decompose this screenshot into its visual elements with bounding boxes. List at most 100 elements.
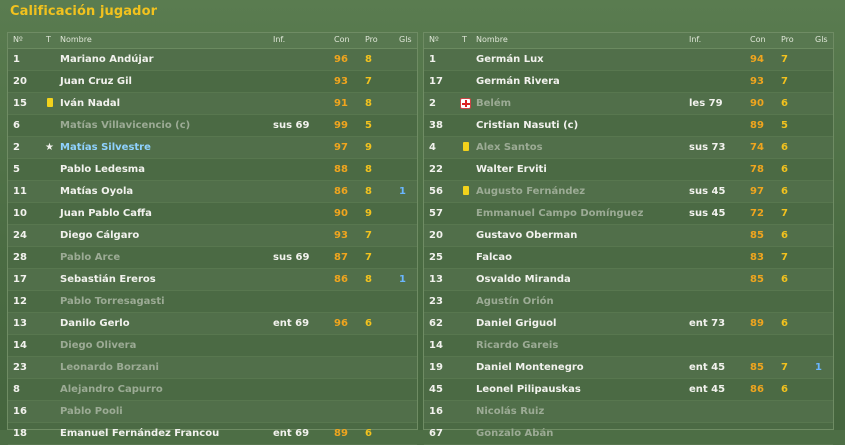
player-row[interactable]: 8 Alejandro Capurro (8, 379, 417, 401)
header-name[interactable]: Nombre (476, 35, 508, 44)
player-row[interactable]: 14 Ricardo Gareis (424, 335, 833, 357)
player-rating: 7 (365, 230, 372, 241)
player-row[interactable]: 15 Iván Nadal 91 8 (8, 93, 417, 115)
player-name: Emmanuel Campo Domínguez (476, 208, 644, 219)
player-number: 56 (429, 186, 443, 197)
header-inf[interactable]: Inf. (273, 35, 285, 44)
player-number: 17 (13, 274, 27, 285)
player-name: Ricardo Gareis (476, 340, 559, 351)
header-num[interactable]: Nº (429, 35, 439, 44)
header-con[interactable]: Con (750, 35, 766, 44)
player-row[interactable]: 56 Augusto Fernández sus 45 97 6 (424, 181, 833, 203)
player-row[interactable]: 11 Matías Oyola 86 8 1 (8, 181, 417, 203)
player-rating: 7 (781, 54, 788, 65)
player-rating: 7 (365, 76, 372, 87)
player-info: les 79 (689, 98, 723, 109)
left-team-table: Nº T Nombre Inf. Con Pro Gls 1 Mariano An… (7, 32, 418, 445)
player-number: 2 (429, 98, 436, 109)
player-name: Germán Lux (476, 54, 544, 65)
header-inf[interactable]: Inf. (689, 35, 701, 44)
player-row[interactable]: 24 Diego Cálgaro 93 7 (8, 225, 417, 247)
player-goals: 1 (815, 362, 822, 373)
player-name: Gustavo Oberman (476, 230, 578, 241)
player-condition: 88 (334, 164, 348, 175)
player-row[interactable]: 28 Pablo Arce sus 69 87 7 (8, 247, 417, 269)
player-number: 45 (429, 384, 443, 395)
player-name: Matías Silvestre (60, 142, 151, 153)
player-rating: 6 (781, 186, 788, 197)
player-row[interactable]: 2 Belém les 79 90 6 (424, 93, 833, 115)
player-row[interactable]: 38 Cristian Nasuti (c) 89 5 (424, 115, 833, 137)
player-row[interactable]: 19 Daniel Montenegro ent 45 85 7 1 (424, 357, 833, 379)
player-row[interactable]: 23 Agustín Orión (424, 291, 833, 313)
player-row[interactable]: 17 Sebastián Ereros 86 8 1 (8, 269, 417, 291)
player-condition: 85 (750, 230, 764, 241)
player-condition: 90 (334, 208, 348, 219)
player-name: Leonardo Borzani (60, 362, 159, 373)
player-condition: 94 (750, 54, 764, 65)
header-t[interactable]: T (462, 35, 467, 44)
player-condition: 86 (334, 186, 348, 197)
player-number: 14 (13, 340, 27, 351)
header-pro[interactable]: Pro (781, 35, 794, 44)
player-row[interactable]: 2 Matías Silvestre 97 9 ★ (8, 137, 417, 159)
player-info: ent 73 (689, 318, 726, 329)
header-name[interactable]: Nombre (60, 35, 92, 44)
player-info: ent 69 (273, 318, 310, 329)
player-row[interactable]: 62 Daniel Griguol ent 73 89 6 (424, 313, 833, 335)
player-row[interactable]: 67 Gonzalo Abán (424, 423, 833, 445)
player-number: 8 (13, 384, 20, 395)
header-gls[interactable]: Gls (399, 35, 412, 44)
player-number: 62 (429, 318, 443, 329)
header-pro[interactable]: Pro (365, 35, 378, 44)
player-row[interactable]: 1 Mariano Andújar 96 8 (8, 49, 417, 71)
player-name: Juan Cruz Gil (60, 76, 132, 87)
player-number: 57 (429, 208, 443, 219)
player-row[interactable]: 57 Emmanuel Campo Domínguez sus 45 72 7 (424, 203, 833, 225)
player-row[interactable]: 25 Falcao 83 7 (424, 247, 833, 269)
table-header: Nº T Nombre Inf. Con Pro Gls (424, 33, 833, 49)
player-row[interactable]: 16 Pablo Pooli (8, 401, 417, 423)
player-name: Juan Pablo Caffa (60, 208, 152, 219)
player-name: Pablo Torresagasti (60, 296, 165, 307)
header-t[interactable]: T (46, 35, 51, 44)
player-number: 23 (429, 296, 443, 307)
player-row[interactable]: 5 Pablo Ledesma 88 8 (8, 159, 417, 181)
player-row[interactable]: 1 Germán Lux 94 7 (424, 49, 833, 71)
player-number: 2 (13, 142, 20, 153)
player-number: 15 (13, 98, 27, 109)
player-name: Matías Oyola (60, 186, 134, 197)
right-team-rows: 1 Germán Lux 94 7 17 Germán Rivera 93 7 2 Belém le… (424, 49, 833, 445)
player-row[interactable]: 22 Walter Erviti 78 6 (424, 159, 833, 181)
header-con[interactable]: Con (334, 35, 350, 44)
player-row[interactable]: 4 Alex Santos sus 73 74 6 (424, 137, 833, 159)
player-condition: 97 (334, 142, 348, 153)
player-name: Matías Villavicencio (c) (60, 120, 191, 131)
player-row[interactable]: 20 Juan Cruz Gil 93 7 (8, 71, 417, 93)
header-num[interactable]: Nº (13, 35, 23, 44)
player-row[interactable]: 14 Diego Olivera (8, 335, 417, 357)
player-condition: 97 (750, 186, 764, 197)
player-name: Pablo Arce (60, 252, 121, 263)
player-name: Cristian Nasuti (c) (476, 120, 579, 131)
player-row[interactable]: 13 Osvaldo Miranda 85 6 (424, 269, 833, 291)
player-row[interactable]: 16 Nicolás Ruiz (424, 401, 833, 423)
player-number: 38 (429, 120, 443, 131)
player-condition: 85 (750, 274, 764, 285)
player-condition: 96 (334, 54, 348, 65)
header-gls[interactable]: Gls (815, 35, 828, 44)
player-row[interactable]: 12 Pablo Torresagasti (8, 291, 417, 313)
player-row[interactable]: 17 Germán Rivera 93 7 (424, 71, 833, 93)
player-row[interactable]: 6 Matías Villavicencio (c) sus 69 99 5 (8, 115, 417, 137)
player-rating: 7 (781, 76, 788, 87)
player-rating: 6 (781, 164, 788, 175)
player-row[interactable]: 13 Danilo Gerlo ent 69 96 6 (8, 313, 417, 335)
player-rating: 7 (781, 362, 788, 373)
player-row[interactable]: 23 Leonardo Borzani (8, 357, 417, 379)
player-row[interactable]: 20 Gustavo Oberman 85 6 (424, 225, 833, 247)
player-row[interactable]: 45 Leonel Pilipauskas ent 45 86 6 (424, 379, 833, 401)
player-row[interactable]: 10 Juan Pablo Caffa 90 9 (8, 203, 417, 225)
right-team-table: Nº T Nombre Inf. Con Pro Gls 1 Germán Lux… (423, 32, 834, 445)
player-condition: 78 (750, 164, 764, 175)
player-row[interactable]: 18 Emanuel Fernández Francou ent 69 89 6 (8, 423, 417, 445)
